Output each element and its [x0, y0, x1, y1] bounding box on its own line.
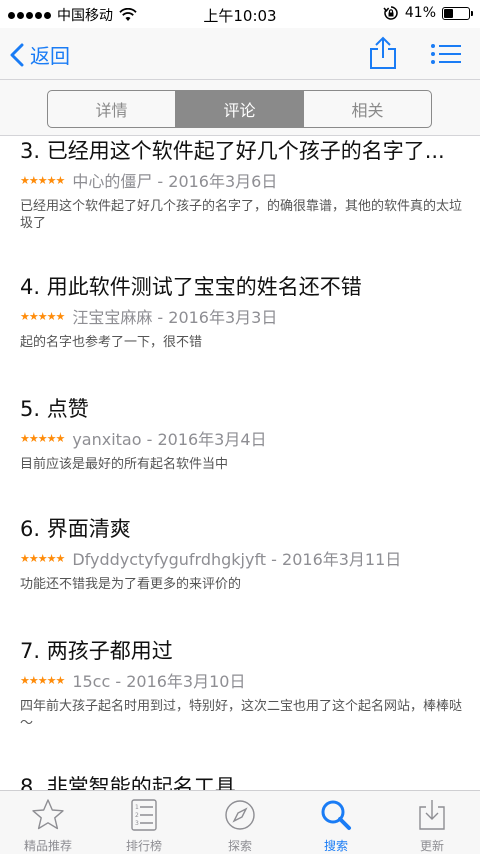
svg-text:2: 2 — [135, 812, 139, 819]
tab-label: 更新 — [419, 839, 444, 853]
orientation-lock-icon — [383, 6, 398, 20]
review-body: 已经用这个软件起了好几个孩子的名字了，的确很靠谱，其他的软件真的太垃圾了 — [20, 199, 463, 231]
review-author-date: 15cc - 2016年3月10日 — [72, 672, 246, 691]
list-menu-icon[interactable] — [430, 42, 462, 66]
review-meta: ★★★★★ Dfyddyctyfygufrdhgkjyft - 2016年3月1… — [20, 546, 465, 570]
back-button[interactable]: 返回 — [10, 40, 70, 69]
review-author-date: 汪宝宝麻麻 - 2016年3月3日 — [72, 308, 278, 327]
compass-icon — [225, 800, 255, 830]
review-body: 目前应该是最好的所有起名软件当中 — [20, 457, 229, 472]
review-meta: ★★★★★ yanxitao - 2016年3月4日 — [20, 426, 465, 450]
tab-charts[interactable]: 1 2 3 排行榜 — [96, 791, 192, 854]
segment-reviews[interactable]: 评论 — [175, 91, 303, 127]
svg-text:1: 1 — [135, 804, 139, 811]
tab-label: 探索 — [227, 839, 252, 853]
review-body: 功能还不错我是为了看更多的来评价的 — [20, 577, 242, 592]
review-title: 6. 界面清爽 — [20, 517, 131, 541]
review-item: 6. 界面清爽 ★★★★★ Dfyddyctyfygufrdhgkjyft - … — [20, 514, 465, 593]
review-title: 5. 点赞 — [20, 397, 89, 421]
tab-bar: 精品推荐 1 2 3 排行榜 探索 搜索 更新 — [0, 790, 480, 854]
review-meta: ★★★★★ 15cc - 2016年3月10日 — [20, 668, 465, 692]
star-icon — [32, 799, 64, 830]
review-item: 8. 非常智能的起名工具 — [20, 772, 465, 790]
ranking-list-icon: 1 2 3 — [131, 799, 157, 831]
svg-text:3: 3 — [135, 820, 139, 827]
review-meta: ★★★★★ 中心的僵尸 - 2016年3月6日 — [20, 168, 465, 192]
reviews-list[interactable]: 3. 已经用这个软件起了好几个孩子的名字了... ★★★★★ 中心的僵尸 - 2… — [0, 136, 480, 790]
battery-icon — [442, 6, 473, 20]
segment-details[interactable]: 详情 — [48, 91, 175, 127]
tab-label: 搜索 — [323, 839, 348, 853]
star-rating: ★★★★★ — [20, 673, 65, 687]
tab-updates[interactable]: 更新 — [384, 791, 480, 854]
star-rating: ★★★★★ — [20, 173, 65, 187]
status-right: 41% — [383, 5, 473, 21]
tab-label: 精品推荐 — [23, 839, 72, 853]
navigation-bar: 返回 — [0, 28, 480, 80]
segment-related[interactable]: 相关 — [303, 91, 431, 127]
review-item: 3. 已经用这个软件起了好几个孩子的名字了... ★★★★★ 中心的僵尸 - 2… — [20, 136, 465, 232]
tab-featured[interactable]: 精品推荐 — [0, 791, 96, 854]
battery-percent: 41% — [404, 5, 436, 21]
segmented-control: 详情 评论 相关 — [47, 90, 432, 128]
review-title: 8. 非常智能的起名工具 — [20, 775, 236, 790]
tab-search[interactable]: 搜索 — [288, 791, 384, 854]
tab-explore[interactable]: 探索 — [192, 791, 288, 854]
review-meta: ★★★★★ 汪宝宝麻麻 - 2016年3月3日 — [20, 304, 465, 328]
star-rating: ★★★★★ — [20, 431, 65, 445]
chevron-left-icon — [10, 43, 24, 66]
review-title: 7. 两孩子都用过 — [20, 639, 173, 663]
review-body: 起的名字也参考了一下，很不错 — [20, 335, 203, 350]
review-author-date: yanxitao - 2016年3月4日 — [72, 430, 267, 449]
star-rating: ★★★★★ — [20, 551, 65, 565]
status-bar: 中国移动 上午10:03 41% — [0, 0, 480, 28]
review-title: 3. 已经用这个软件起了好几个孩子的名字了... — [20, 139, 445, 163]
review-author-date: Dfyddyctyfygufrdhgkjyft - 2016年3月11日 — [72, 550, 402, 569]
update-download-icon — [419, 800, 445, 830]
share-icon[interactable] — [368, 36, 398, 70]
review-item: 5. 点赞 ★★★★★ yanxitao - 2016年3月4日 目前应该是最好… — [20, 394, 465, 473]
review-item: 7. 两孩子都用过 ★★★★★ 15cc - 2016年3月10日 四年前大孩子… — [20, 636, 465, 732]
tab-label: 排行榜 — [125, 839, 162, 853]
review-title: 4. 用此软件测试了宝宝的姓名还不错 — [20, 275, 362, 299]
segment-bar: 详情 评论 相关 — [0, 80, 480, 136]
review-item: 4. 用此软件测试了宝宝的姓名还不错 ★★★★★ 汪宝宝麻麻 - 2016年3月… — [20, 272, 465, 351]
star-rating: ★★★★★ — [20, 309, 65, 323]
review-body: 四年前大孩子起名时用到过，特别好，这次二宝也用了这个起名网站，棒棒哒～ — [20, 699, 463, 731]
back-label: 返回 — [30, 44, 70, 68]
review-author-date: 中心的僵尸 - 2016年3月6日 — [72, 172, 278, 191]
search-icon — [321, 800, 351, 830]
